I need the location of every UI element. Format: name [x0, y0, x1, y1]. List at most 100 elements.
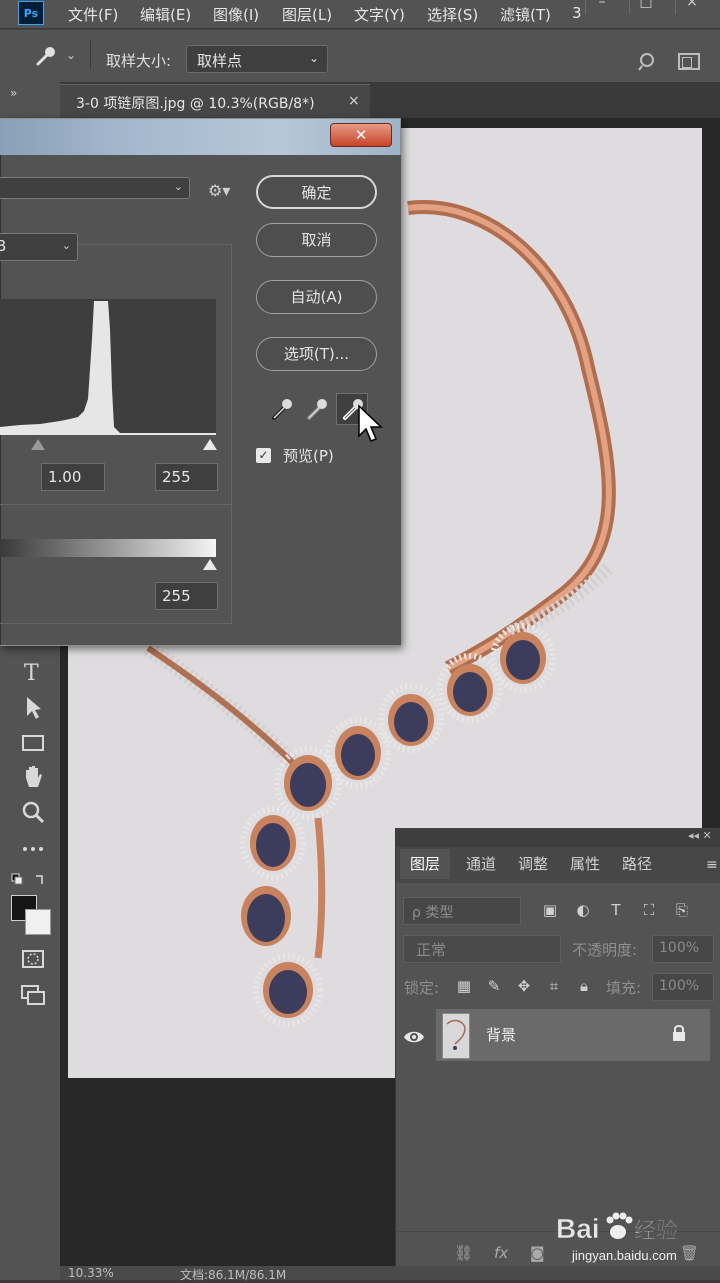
- background-color-swatch[interactable]: [25, 909, 51, 935]
- type-tool-icon[interactable]: T: [18, 656, 48, 686]
- white-input-slider-handle[interactable]: [203, 439, 217, 450]
- menu-file[interactable]: 文件(F): [68, 4, 118, 25]
- quick-mask-icon[interactable]: [18, 944, 48, 974]
- gem-drop: [253, 953, 323, 1027]
- minimize-button[interactable]: –: [585, 0, 618, 14]
- dialog-titlebar[interactable]: ✕: [0, 119, 400, 155]
- menu-type[interactable]: 文字(Y): [354, 4, 405, 25]
- maximize-button[interactable]: □: [629, 0, 662, 14]
- layer-name: 背景: [486, 1026, 517, 1044]
- auto-button[interactable]: 自动(A): [256, 280, 377, 314]
- eyedropper-tool-icon[interactable]: [34, 44, 58, 68]
- ok-button[interactable]: 确定: [256, 175, 377, 209]
- preview-label: 预览(P): [283, 447, 334, 465]
- shape-filter-icon[interactable]: ⛶: [639, 901, 659, 921]
- screen-mode-icon[interactable]: [18, 980, 48, 1010]
- channel-value: B: [0, 237, 7, 255]
- tab-layers[interactable]: 图层: [400, 849, 451, 879]
- more-tools-icon[interactable]: [18, 834, 48, 864]
- input-gamma-field[interactable]: 1.00: [41, 463, 105, 491]
- rectangle-tool-icon[interactable]: [18, 728, 48, 758]
- fill-label: 填充:: [606, 979, 642, 997]
- menu-filter[interactable]: 滤镜(T): [500, 4, 551, 25]
- output-gradient-bar: [0, 539, 216, 557]
- menu-edit[interactable]: 编辑(E): [140, 4, 191, 25]
- options-button[interactable]: 选项(T)...: [256, 337, 377, 371]
- zoom-level[interactable]: 10.33%: [68, 1266, 114, 1280]
- gem-drop: [378, 683, 444, 753]
- document-tab[interactable]: 3-0 项链原图.jpg @ 10.3%(RGB/8*) ×: [60, 84, 370, 119]
- filter-type-label: ρ 类型: [412, 905, 454, 921]
- layer-row-background[interactable]: 背景: [436, 1009, 710, 1061]
- opacity-label: 不透明度:: [572, 941, 638, 959]
- input-white-field[interactable]: 255: [155, 463, 218, 491]
- chevron-down-icon: ⌄: [173, 180, 183, 193]
- output-divider: [0, 504, 232, 505]
- output-white-field[interactable]: 255: [155, 582, 218, 610]
- white-output-slider-handle[interactable]: [203, 559, 217, 570]
- gem-drop: [241, 886, 291, 946]
- layer-filter-select[interactable]: ρ 类型: [403, 897, 521, 925]
- image-filter-icon[interactable]: ▣: [540, 901, 560, 921]
- lock-position-icon[interactable]: ✥: [514, 977, 534, 997]
- expand-panel-icon[interactable]: »: [10, 86, 17, 100]
- levels-dialog: ✕ ⌄ ⚙▾ B ⌄ 1.00 255 255 确定 取消 自动(A) 选项(T…: [0, 118, 401, 646]
- lock-transparent-pixels-icon[interactable]: ▦: [454, 977, 474, 997]
- baidu-jingyan-watermark: Bai 经验 jingyan.baidu.com: [554, 1198, 714, 1268]
- workspace-icon[interactable]: [678, 53, 700, 70]
- svg-text:T: T: [24, 661, 39, 686]
- adjustment-filter-icon[interactable]: ◐: [573, 901, 593, 921]
- tab-paths[interactable]: 路径: [612, 849, 662, 879]
- gray-point-eyedropper-icon[interactable]: [303, 395, 331, 423]
- black-point-eyedropper-icon[interactable]: [268, 395, 296, 423]
- menu-select[interactable]: 选择(S): [427, 4, 478, 25]
- link-layers-icon[interactable]: ⛓: [454, 1244, 473, 1262]
- sample-size-select[interactable]: 取样点 ⌄: [186, 45, 328, 73]
- search-icon[interactable]: [638, 52, 658, 72]
- fill-field[interactable]: 100%: [652, 973, 714, 1001]
- channel-select[interactable]: B ⌄: [0, 233, 78, 261]
- input-slider: [0, 437, 217, 453]
- lock-label: 锁定:: [404, 979, 440, 997]
- gem-drop: [240, 806, 306, 880]
- lock-icon[interactable]: [670, 1023, 688, 1043]
- lock-image-pixels-icon[interactable]: ✎: [484, 977, 504, 997]
- collapse-panel-icon[interactable]: ◂◂ ✕: [688, 829, 712, 842]
- opacity-field[interactable]: 100%: [652, 935, 714, 963]
- blend-mode-select[interactable]: 正常: [403, 935, 561, 963]
- chevron-down-icon: ⌄: [61, 239, 71, 252]
- histogram: [0, 299, 216, 435]
- hand-tool-icon[interactable]: [18, 762, 48, 792]
- zoom-tool-icon[interactable]: [18, 798, 48, 828]
- mouse-cursor-icon: [358, 404, 383, 442]
- close-tab-icon[interactable]: ×: [348, 93, 360, 109]
- preview-checkbox[interactable]: ✓: [256, 448, 271, 463]
- svg-text:经验: 经验: [634, 1218, 678, 1244]
- tab-adjustments[interactable]: 调整: [508, 849, 558, 879]
- menu-3d[interactable]: 3: [572, 4, 582, 22]
- panel-menu-icon[interactable]: ≡: [706, 857, 718, 873]
- layer-visibility-eye-icon[interactable]: [402, 1025, 426, 1049]
- add-mask-icon[interactable]: ◙: [530, 1244, 545, 1262]
- tab-channels[interactable]: 通道: [456, 849, 506, 879]
- sample-size-value: 取样点: [197, 52, 243, 70]
- preset-select[interactable]: ⌄: [0, 177, 190, 199]
- close-window-button[interactable]: ×: [675, 0, 708, 14]
- chevron-down-icon: ⌄: [308, 51, 319, 65]
- type-filter-icon[interactable]: T: [606, 901, 626, 921]
- tab-properties[interactable]: 属性: [560, 849, 610, 879]
- dialog-close-button[interactable]: ✕: [330, 123, 392, 147]
- lock-artboard-icon[interactable]: ⌗: [544, 977, 564, 997]
- gamma-slider-handle[interactable]: [31, 439, 45, 450]
- menu-image[interactable]: 图像(I): [213, 4, 259, 25]
- tool-preset-chevron-icon[interactable]: ⌄: [66, 48, 76, 62]
- gear-icon[interactable]: ⚙▾: [208, 181, 230, 200]
- path-selection-tool-icon[interactable]: [18, 692, 48, 722]
- cancel-button[interactable]: 取消: [256, 223, 377, 257]
- smart-object-filter-icon[interactable]: ⎘: [672, 901, 692, 921]
- lock-all-icon[interactable]: 🔒︎: [574, 977, 594, 997]
- fx-icon[interactable]: fx: [494, 1244, 508, 1262]
- swap-colors-icon[interactable]: [10, 872, 50, 890]
- menu-layer[interactable]: 图层(L): [282, 4, 332, 25]
- document-tab-title: 3-0 项链原图.jpg @ 10.3%(RGB/8*): [76, 96, 315, 112]
